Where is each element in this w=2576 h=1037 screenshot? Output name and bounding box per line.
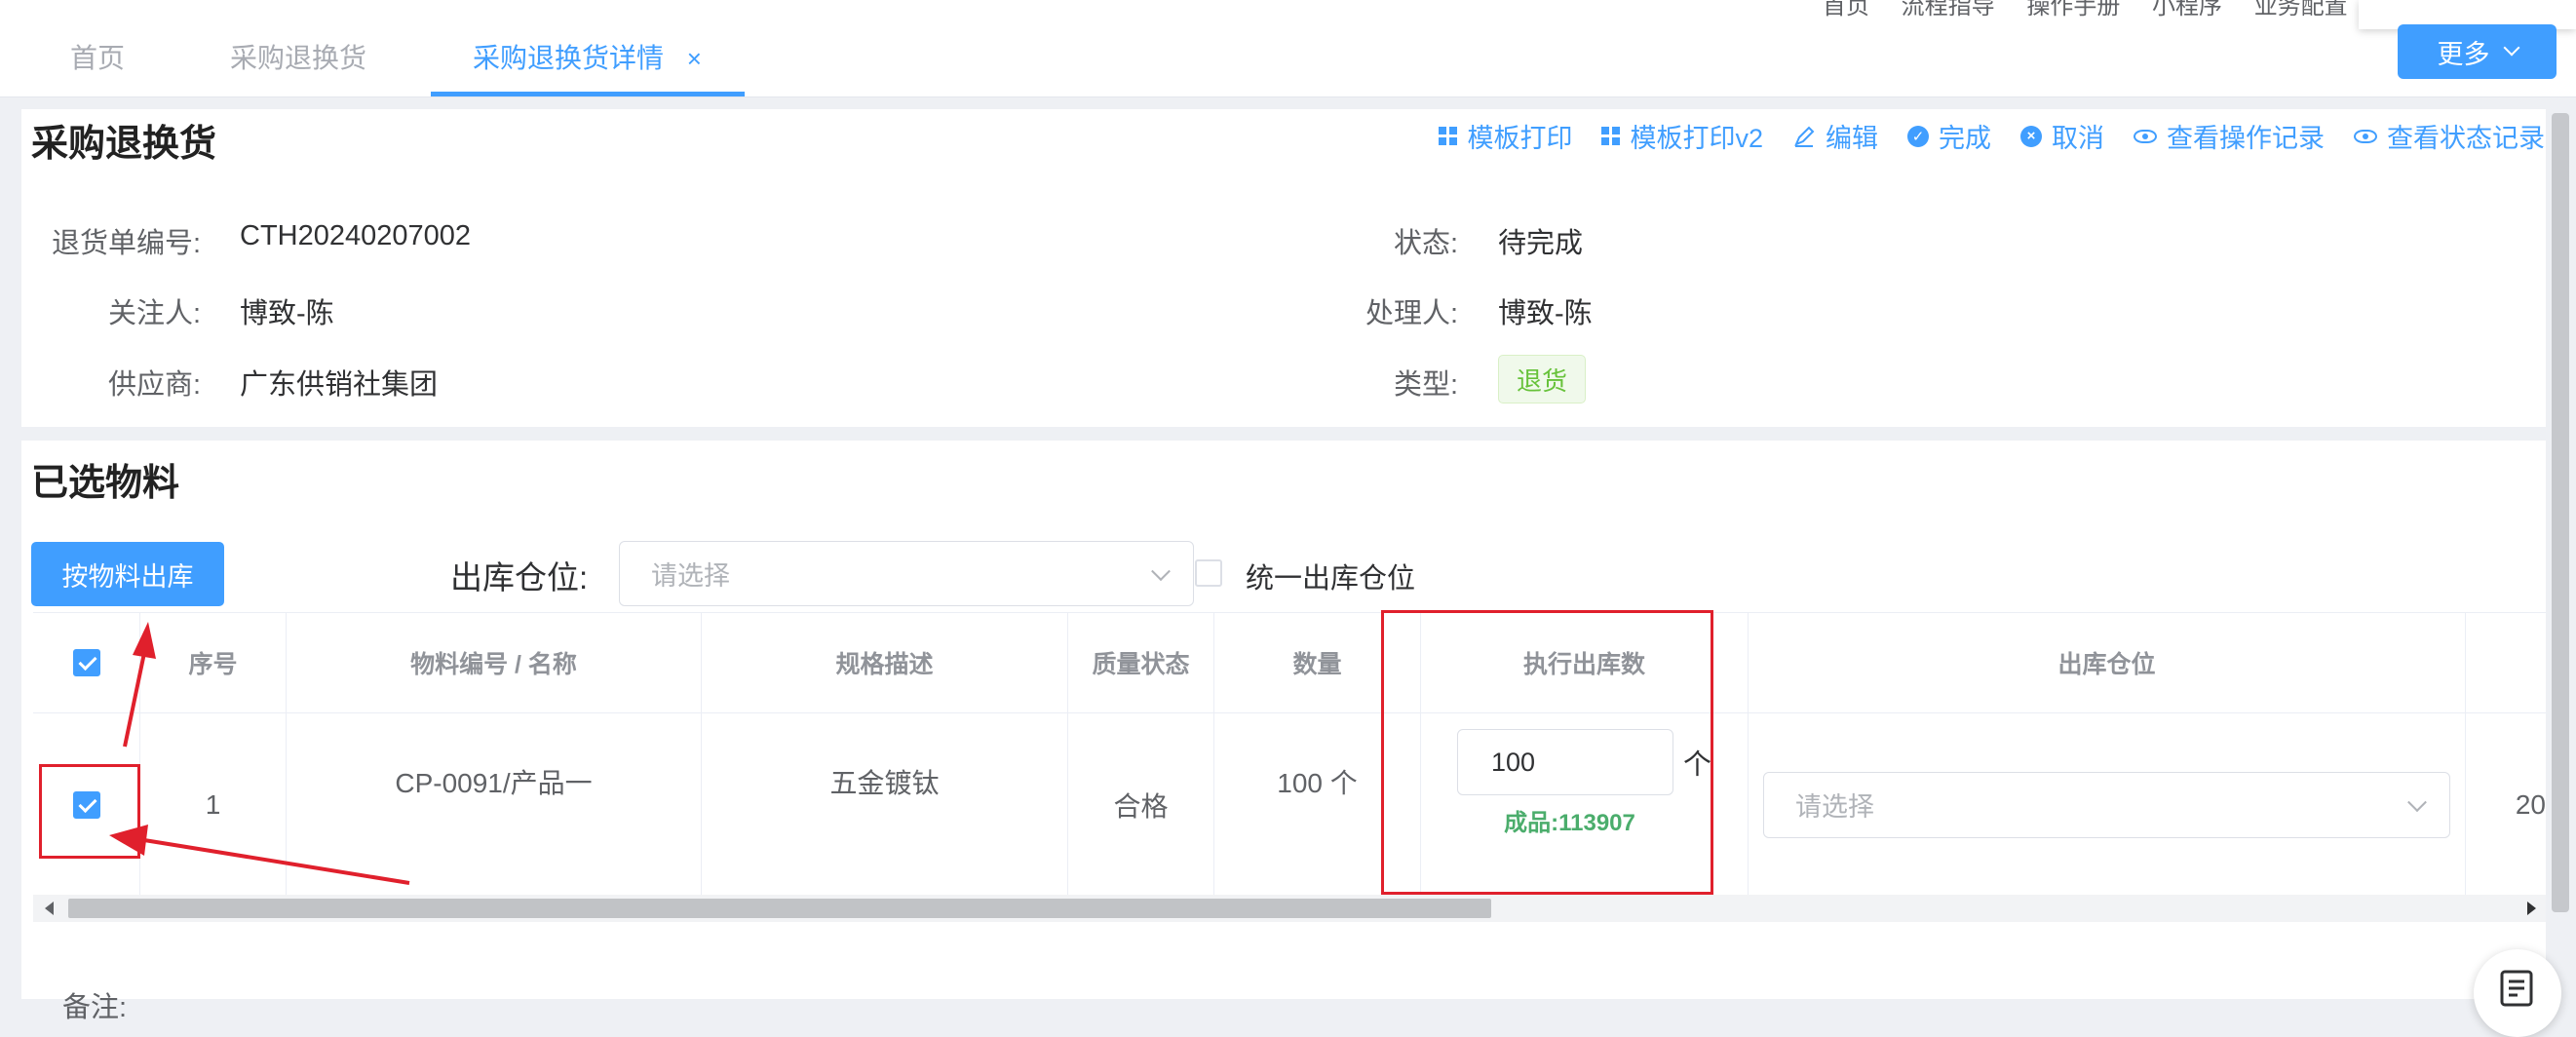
annotation-arrow-left [143,838,410,885]
annotation-arrows [109,622,410,885]
annotation-arrowhead-left [109,825,148,856]
annotation-arrow-up [123,652,146,748]
annotation-arrowhead-up [133,622,156,659]
